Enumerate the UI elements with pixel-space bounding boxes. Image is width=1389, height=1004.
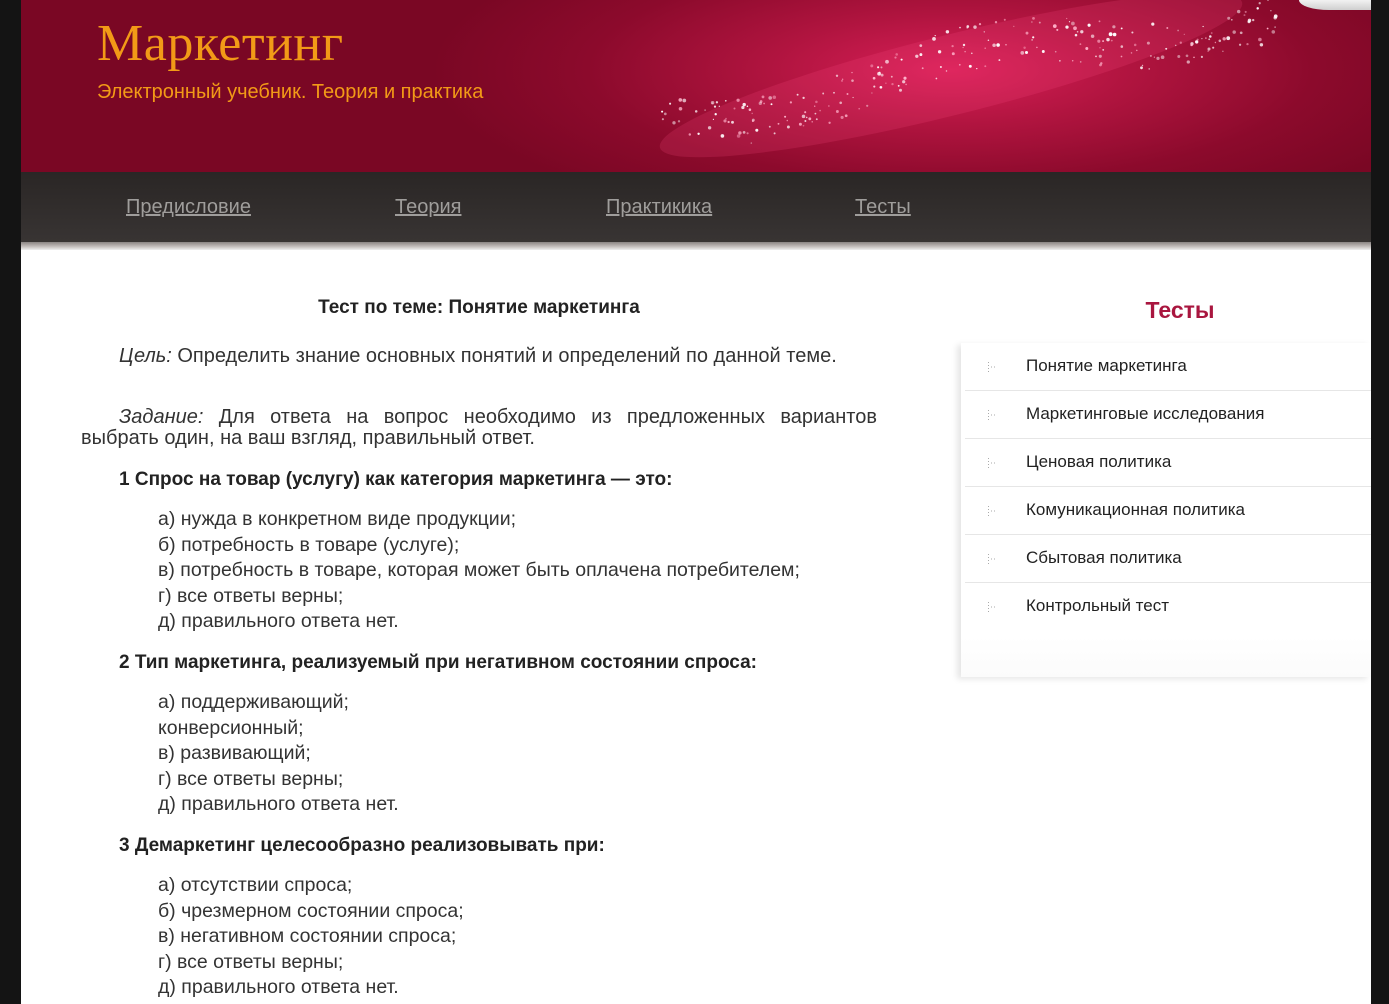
answer-option: г) все ответы верны;	[158, 767, 344, 790]
main-nav: Предисловие Теория Практикика Тесты	[21, 172, 1371, 242]
question-2: 2 Тип маркетинга, реализуемый при негати…	[119, 652, 757, 673]
question-3: 3 Демаркетинг целесообразно реализовыват…	[119, 835, 605, 856]
sidebar-item-control-test[interactable]: Контрольный тест	[965, 583, 1371, 630]
test-title: Тест по теме: Понятие маркетинга	[318, 297, 640, 318]
answer-option: в) потребность в товаре, которая может б…	[158, 559, 800, 582]
dotted-bullet-icon	[988, 554, 995, 564]
question-2-options: а) поддерживающий; конверсионный; в) раз…	[158, 690, 399, 818]
answer-option: а) отсутствии спроса;	[158, 874, 353, 896]
sidebar-item-label: Контрольный тест	[1026, 596, 1170, 615]
nav-link-theory[interactable]: Теория	[395, 196, 461, 219]
sidebar-item-label: Понятие маркетинга	[1026, 356, 1187, 375]
goal-label: Цель:	[119, 345, 172, 367]
answer-option: а) поддерживающий;	[158, 691, 349, 713]
answer-option: в) развивающий;	[158, 742, 311, 765]
sidebar-item-pricing-policy[interactable]: Ценовая политика	[965, 439, 1371, 487]
answer-option: б) чрезмерном состоянии спроса;	[158, 899, 464, 922]
page: Маркетинг Электронный учебник. Теория и …	[21, 0, 1371, 1004]
nav-divider	[21, 242, 1371, 250]
question-1-options: а) нужда в конкретном виде продукции; б)…	[158, 507, 800, 635]
nav-link-preface[interactable]: Предисловие	[126, 196, 251, 219]
answer-option: д) правильного ответа нет.	[158, 610, 399, 633]
sidebar-item-label: Маркетинговые исследования	[1026, 404, 1265, 423]
task-label: Задание:	[119, 406, 204, 428]
nav-link-tests[interactable]: Тесты	[855, 196, 911, 219]
sidebar-item-communication-policy[interactable]: Комуникационная политика	[965, 487, 1371, 535]
site-header: Маркетинг Электронный учебник. Теория и …	[21, 0, 1371, 172]
dotted-bullet-icon	[988, 362, 995, 372]
site-title: Маркетинг	[97, 15, 344, 72]
answer-option: д) правильного ответа нет.	[158, 793, 399, 816]
question-3-options: а) отсутствии спроса; б) чрезмерном сост…	[158, 873, 464, 1001]
sidebar-item-marketing-concept[interactable]: Понятие маркетинга	[965, 343, 1371, 391]
answer-option: в) негативном состоянии спроса;	[158, 925, 457, 948]
dotted-bullet-icon	[988, 602, 995, 612]
dotted-bullet-icon	[988, 410, 995, 420]
sidebar-item-sales-policy[interactable]: Сбытовая политика	[965, 535, 1371, 583]
dotted-bullet-icon	[988, 506, 995, 516]
answer-option: г) все ответы верны;	[158, 950, 344, 973]
question-1: 1 Спрос на товар (услугу) как категория …	[119, 469, 673, 490]
sidebar-item-marketing-research[interactable]: Маркетинговые исследования	[965, 391, 1371, 439]
site-subtitle: Электронный учебник. Теория и практика	[97, 81, 484, 103]
task-paragraph: Задание: Для ответа на вопрос необходимо…	[81, 407, 877, 449]
sidebar-item-label: Ценовая политика	[1026, 452, 1172, 471]
goal-text: Определить знание основных понятий и опр…	[171, 345, 837, 367]
sidebar-item-label: Сбытовая политика	[1026, 548, 1182, 567]
answer-option: г) все ответы верны;	[158, 584, 344, 607]
nav-link-practice[interactable]: Практикика	[606, 196, 712, 219]
sidebar-item-label: Комуникационная политика	[1026, 500, 1245, 519]
sidebar-menu: Понятие маркетинга Маркетинговые исследо…	[961, 343, 1371, 677]
sidebar-title: Тесты	[1145, 297, 1215, 323]
goal-paragraph: Цель: Определить знание основных понятий…	[81, 346, 877, 367]
answer-option: д) правильного ответа нет.	[158, 976, 399, 999]
answer-option: б) потребность в товаре (услуге);	[158, 533, 460, 556]
dotted-bullet-icon	[988, 458, 995, 468]
answer-option: а) нужда в конкретном виде продукции;	[158, 508, 517, 530]
answer-option: конверсионный;	[158, 716, 304, 739]
